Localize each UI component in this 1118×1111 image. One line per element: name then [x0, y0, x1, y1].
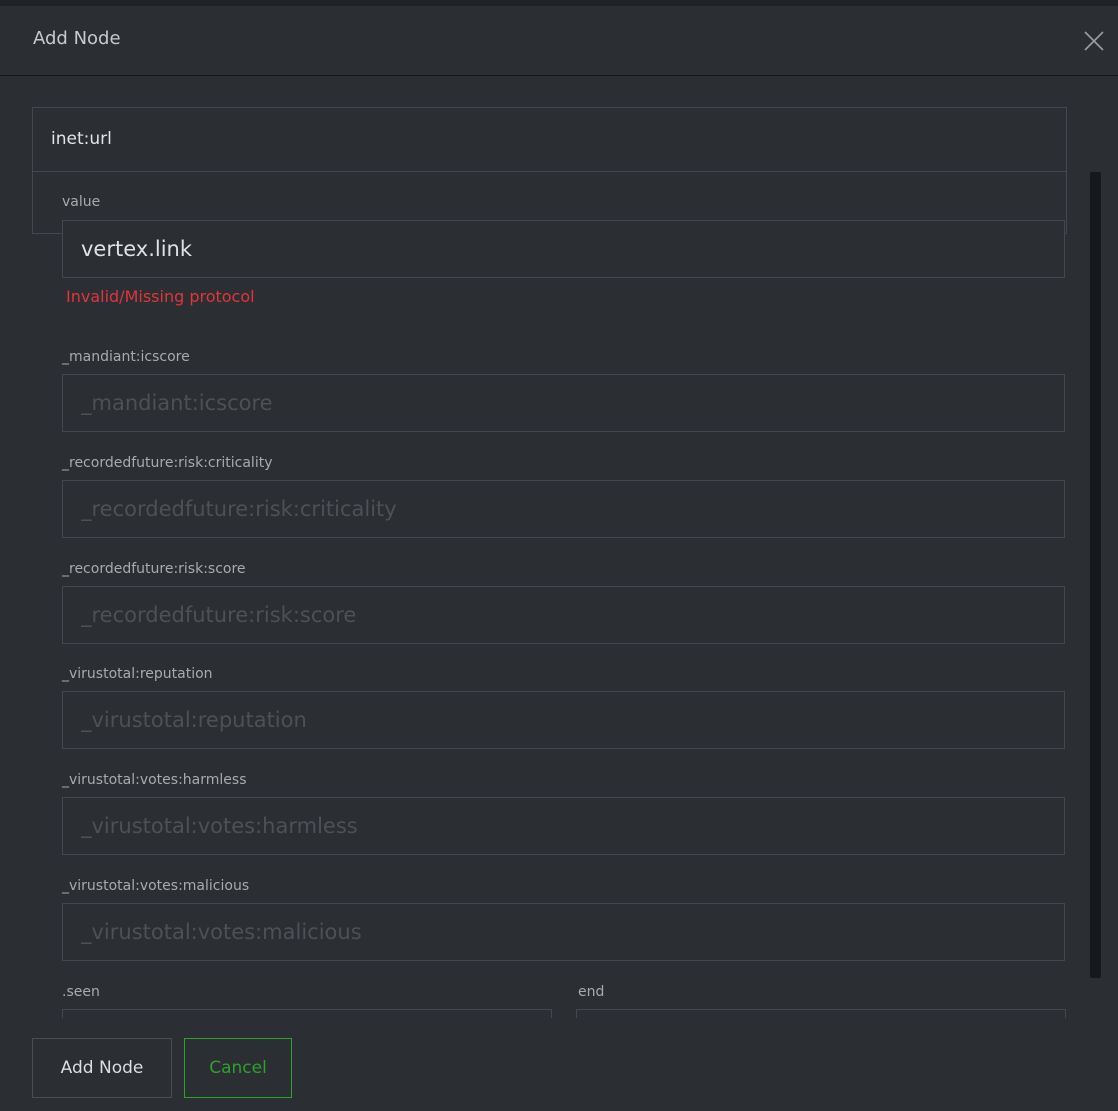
- field-label-mandiant-icscore: _mandiant:icscore: [62, 349, 190, 365]
- field-label-recordedfuture-risk-score: _recordedfuture:risk:score: [62, 561, 246, 577]
- add-node-button[interactable]: Add Node: [32, 1038, 172, 1098]
- mandiant-icscore-input[interactable]: [62, 374, 1065, 432]
- virustotal-votes-malicious-input[interactable]: [62, 903, 1065, 961]
- close-icon[interactable]: [1082, 29, 1106, 53]
- node-type-value: inet:url: [51, 129, 112, 149]
- value-error-message: Invalid/Missing protocol: [66, 287, 255, 306]
- end-label: end: [578, 984, 605, 1000]
- virustotal-reputation-input[interactable]: [62, 691, 1065, 749]
- dialog-title: Add Node: [33, 28, 121, 49]
- cancel-button[interactable]: Cancel: [184, 1038, 292, 1098]
- value-input[interactable]: [62, 220, 1065, 278]
- virustotal-votes-harmless-input[interactable]: [62, 797, 1065, 855]
- seen-label: .seen: [62, 984, 100, 1000]
- dialog-footer: Add Node Cancel: [0, 1018, 1118, 1111]
- node-type-field[interactable]: inet:url: [32, 107, 1067, 172]
- field-label-virustotal-votes-harmless: _virustotal:votes:harmless: [62, 772, 247, 788]
- dialog-header: Add Node: [0, 6, 1118, 76]
- field-label-virustotal-reputation: _virustotal:reputation: [62, 666, 213, 682]
- recordedfuture-risk-score-input[interactable]: [62, 586, 1065, 644]
- scrollbar[interactable]: [1090, 172, 1101, 978]
- value-label: value: [62, 194, 101, 210]
- recordedfuture-risk-criticality-input[interactable]: [62, 480, 1065, 538]
- field-label-virustotal-votes-malicious: _virustotal:votes:malicious: [62, 878, 250, 894]
- add-node-dialog: Add Node inet:url value Invalid/Missing …: [0, 6, 1118, 1111]
- field-label-recordedfuture-risk-criticality: _recordedfuture:risk:criticality: [62, 455, 273, 471]
